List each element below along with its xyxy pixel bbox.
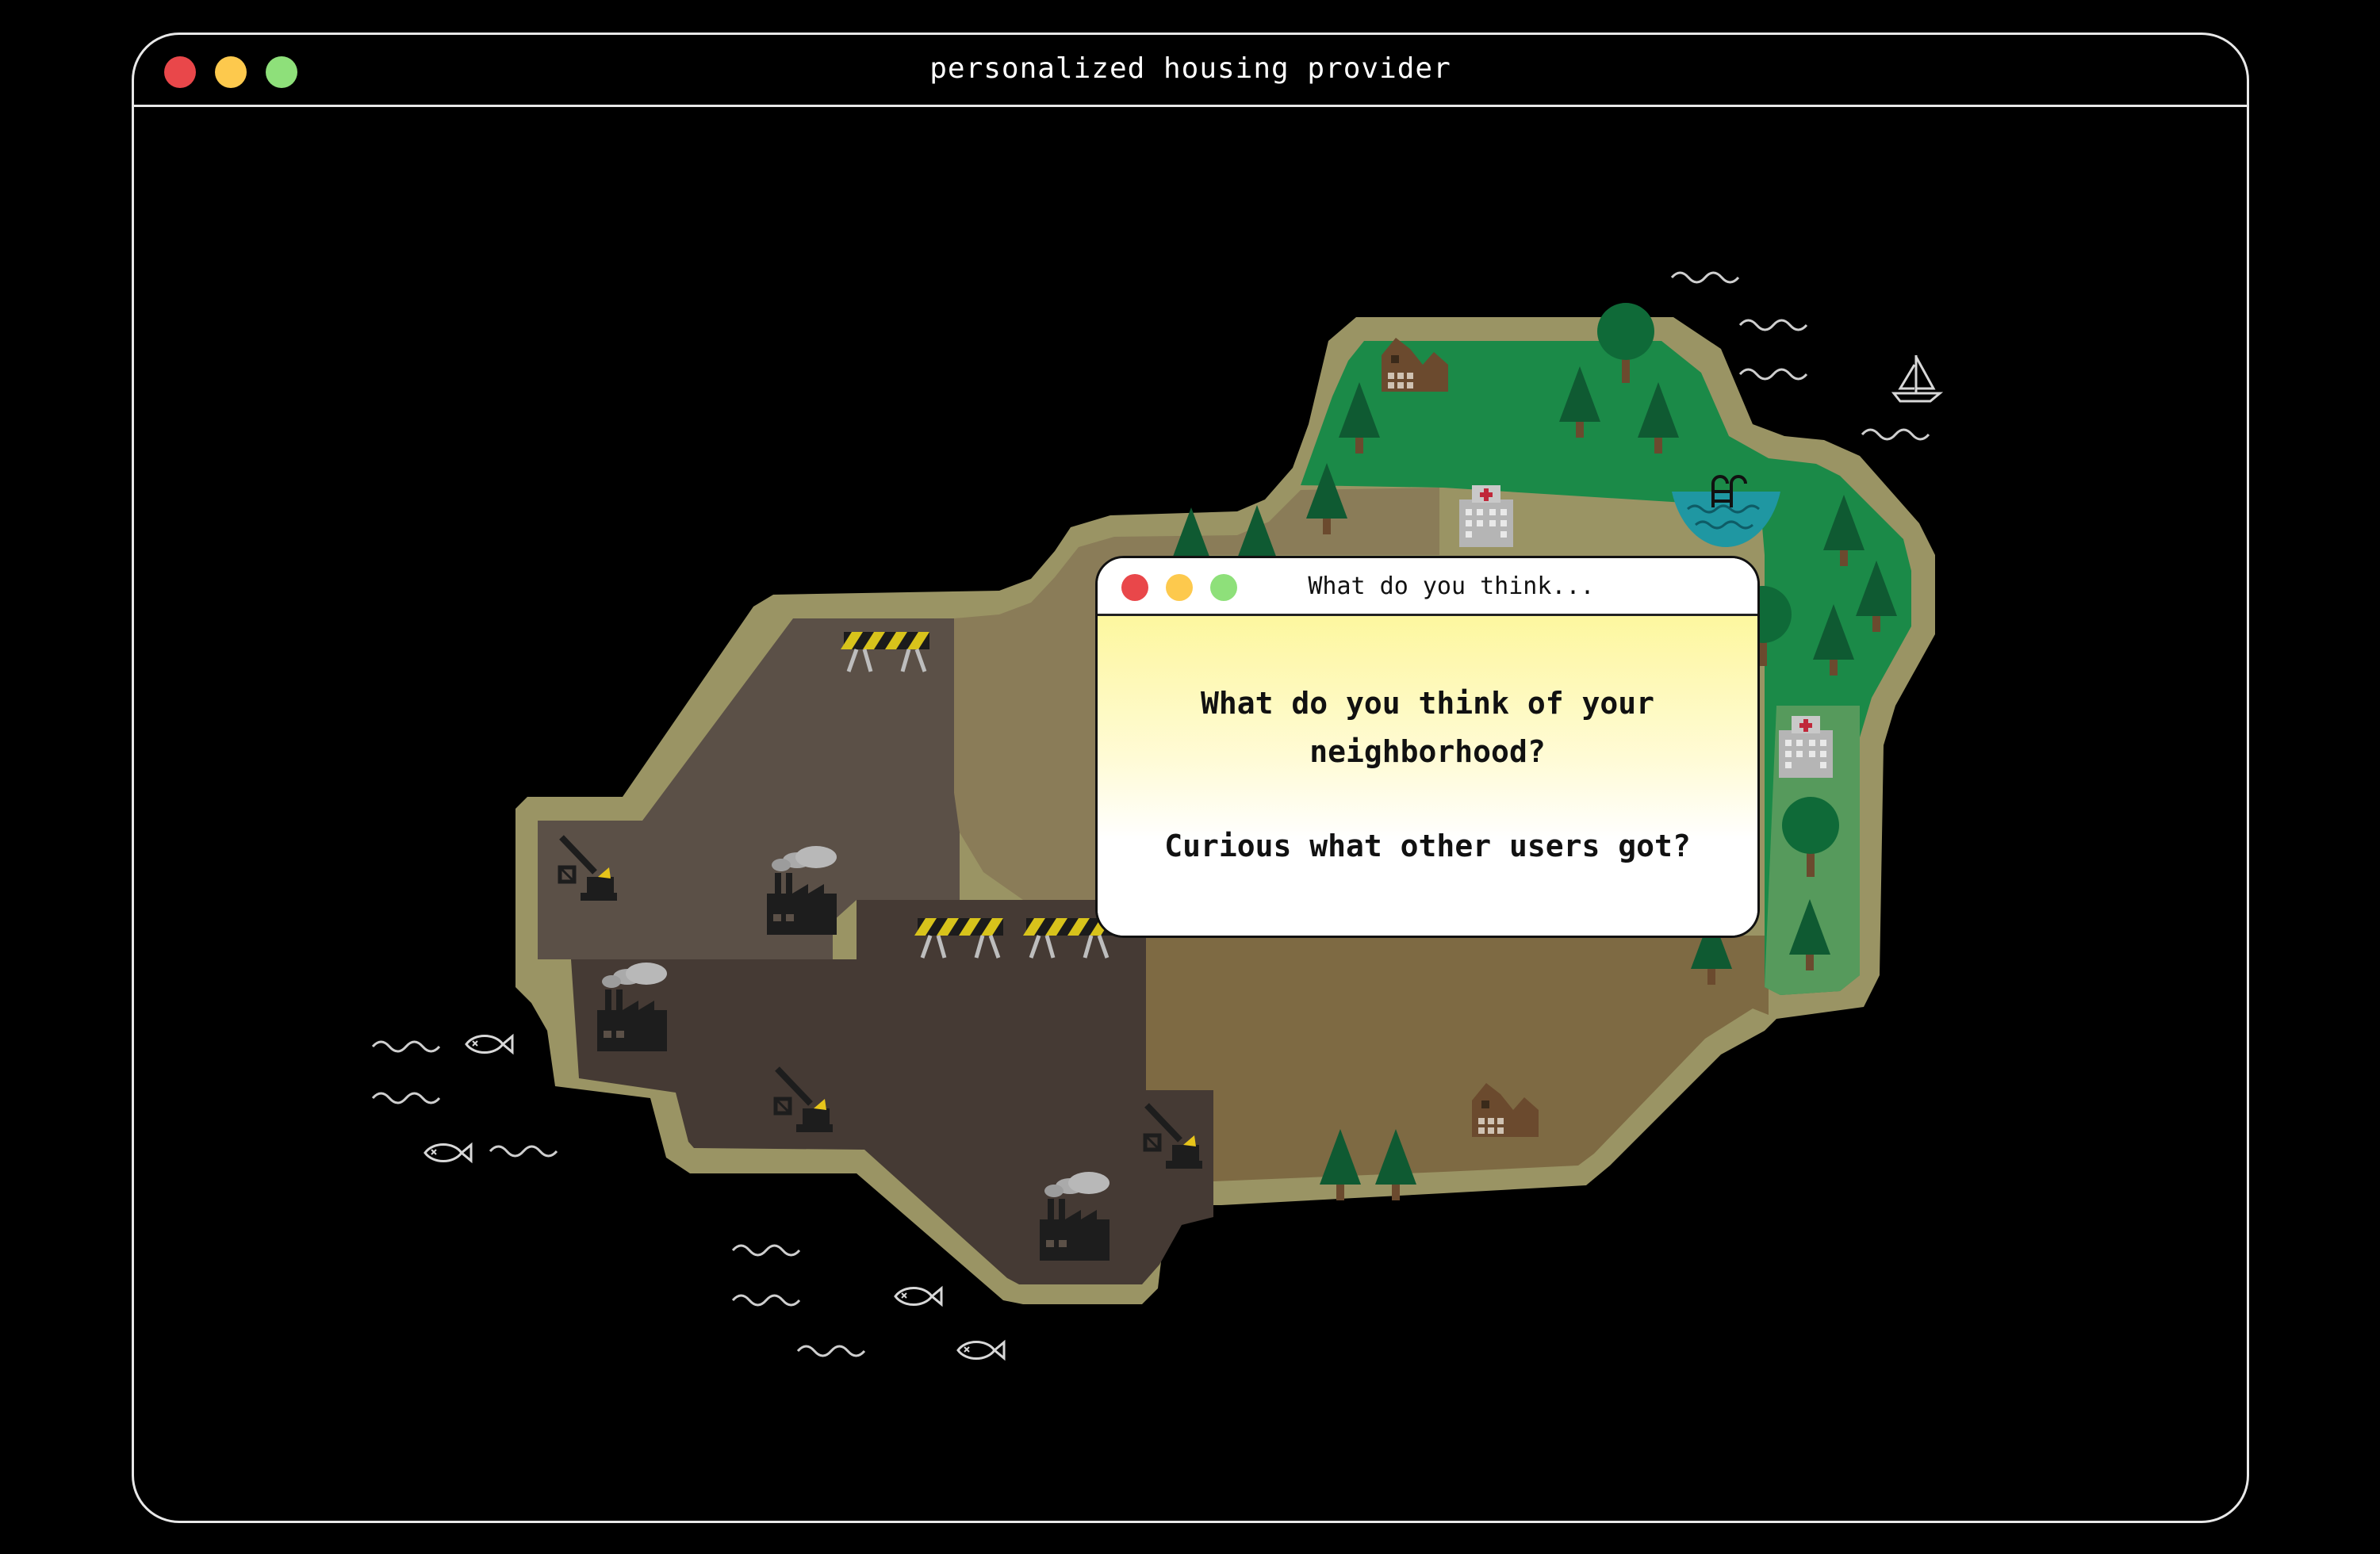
wave-icon (1738, 368, 1808, 381)
wave-icon (796, 1345, 866, 1357)
wave-icon (1738, 319, 1808, 331)
fish-icon (423, 1143, 473, 1162)
fish-icon (894, 1287, 943, 1306)
wave-icon (731, 1244, 801, 1257)
zone-residential-south (1146, 936, 1769, 1181)
sailboat-icon (1891, 355, 1944, 403)
wave-icon (731, 1294, 801, 1307)
wave-icon (1861, 428, 1930, 441)
fish-icon (956, 1341, 1006, 1360)
dialog-title-bar[interactable]: What do you think... (1098, 558, 1757, 616)
dialog-question: What do you think of your neighborhood? (1201, 686, 1654, 769)
wave-icon (1670, 271, 1740, 284)
wave-icon (371, 1040, 441, 1053)
dialog-body: What do you think of your neighborhood? … (1098, 616, 1757, 936)
dialog-prompt-link[interactable]: Curious what other users got? (1098, 822, 1757, 871)
dialog-title: What do you think... (1308, 572, 1595, 600)
fish-icon (465, 1035, 514, 1054)
wave-icon (371, 1092, 441, 1104)
feedback-dialog: What do you think... What do you think o… (1095, 556, 1760, 938)
wave-icon (489, 1145, 558, 1158)
